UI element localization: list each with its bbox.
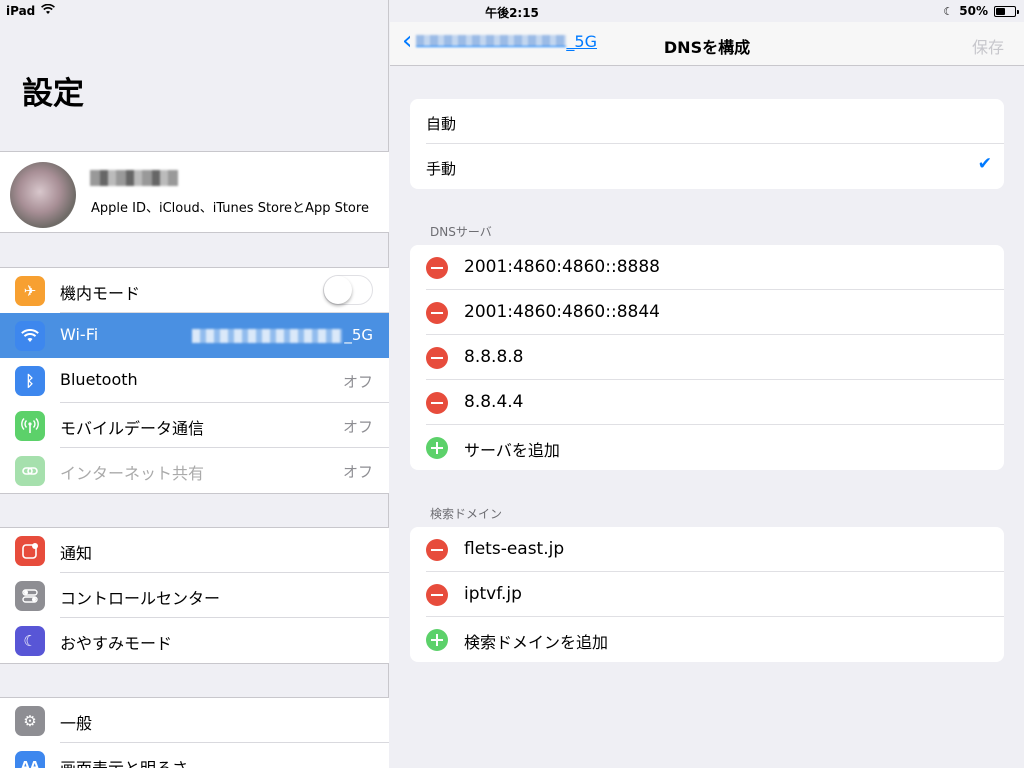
bluetooth-icon: ᛒ <box>15 366 45 396</box>
profile-name-blurred <box>90 170 178 186</box>
profile-subtitle: Apple ID、iCloud、iTunes StoreとApp Store <box>91 201 369 216</box>
textsize-icon: AA <box>15 751 45 768</box>
search-domain-row[interactable]: iptvf.jp <box>410 572 1004 617</box>
add-domain-label: 検索ドメインを追加 <box>464 633 609 652</box>
navigation-bar: ‹ _5G DNSを構成 保存 <box>390 22 1024 66</box>
delete-icon[interactable] <box>426 539 448 561</box>
dns-server-value: 8.8.4.4 <box>464 392 524 412</box>
battery-level-fill <box>996 7 1005 15</box>
sidebar-item-label: 通知 <box>60 544 93 563</box>
sidebar-item-do-not-disturb[interactable]: ☾ おやすみモード <box>0 618 389 663</box>
hotspot-status: オフ <box>342 463 373 481</box>
search-domain-section-header: 検索ドメイン <box>430 507 503 521</box>
sidebar-item-label: モバイルデータ通信 <box>60 419 205 438</box>
search-domain-row[interactable]: flets-east.jp <box>410 527 1004 572</box>
sidebar-item-airplane[interactable]: ✈ 機内モード <box>0 268 389 313</box>
bluetooth-status: オフ <box>342 373 373 391</box>
wifi-icon <box>15 321 45 351</box>
link-icon <box>15 456 45 486</box>
checkmark-icon: ✔ <box>977 154 992 174</box>
delete-icon[interactable] <box>426 392 448 414</box>
battery-percent: 50% <box>959 4 988 18</box>
sidebar-item-label: インターネット共有 <box>60 464 205 483</box>
sidebar-item-label: おやすみモード <box>60 634 173 653</box>
system-group: 通知 コントロールセンター ☾ おやすみモード <box>0 527 389 664</box>
add-icon[interactable] <box>426 629 448 651</box>
search-domain-value: iptvf.jp <box>464 584 522 604</box>
dns-server-row[interactable]: 2001:4860:4860::8888 <box>410 245 1004 290</box>
delete-icon[interactable] <box>426 584 448 606</box>
delete-icon[interactable] <box>426 302 448 324</box>
dns-server-value: 2001:4860:4860::8888 <box>464 257 660 277</box>
sidebar-item-label: 画面表示と明るさ <box>60 755 188 768</box>
dns-server-row[interactable]: 8.8.4.4 <box>410 380 1004 425</box>
add-server-row[interactable]: サーバを追加 <box>410 425 1004 470</box>
status-time: 午後2:15 <box>485 6 539 20</box>
sidebar-item-bluetooth[interactable]: ᛒ Bluetooth オフ <box>0 358 389 403</box>
sidebar-item-wifi[interactable]: Wi-Fi _5G <box>0 313 389 358</box>
sidebar-item-cellular[interactable]: モバイルデータ通信 オフ <box>0 403 389 448</box>
delete-icon[interactable] <box>426 257 448 279</box>
sidebar-item-label: 機内モード <box>60 284 141 303</box>
avatar <box>10 162 76 228</box>
dns-server-row[interactable]: 8.8.8.8 <box>410 335 1004 380</box>
dns-config-pane: ‹ _5G DNSを構成 保存 自動 手動 ✔ DNSサーバ 2001:4860… <box>390 0 1024 768</box>
cellular-status: オフ <box>342 418 373 436</box>
sidebar-item-label: Wi-Fi <box>60 325 99 344</box>
apple-id-profile[interactable]: Apple ID、iCloud、iTunes StoreとApp Store <box>0 151 389 233</box>
connectivity-group: ✈ 機内モード Wi-Fi _5G ᛒ Bluetooth オフ モバイルデータ… <box>0 267 389 494</box>
switches-icon <box>15 581 45 611</box>
sidebar-item-display[interactable]: AA 画面表示と明るさ <box>0 743 389 768</box>
dns-servers-card: 2001:4860:4860::8888 2001:4860:4860::884… <box>410 245 1004 470</box>
delete-icon[interactable] <box>426 347 448 369</box>
sidebar-item-hotspot[interactable]: インターネット共有 オフ <box>0 448 389 493</box>
add-icon[interactable] <box>426 437 448 459</box>
airplane-icon: ✈ <box>15 276 45 306</box>
status-bar: 午後2:15 iPad ☾ 50% <box>0 0 1024 22</box>
battery-icon <box>994 5 1019 17</box>
sidebar-item-general[interactable]: ⚙ 一般 <box>0 698 389 743</box>
airplane-toggle[interactable] <box>323 275 373 305</box>
search-domains-card: flets-east.jp iptvf.jp 検索ドメインを追加 <box>410 527 1004 662</box>
mode-manual-label: 手動 <box>426 160 457 178</box>
moon-icon: ☾ <box>15 626 45 656</box>
antenna-icon <box>15 411 45 441</box>
sidebar-item-label: Bluetooth <box>60 370 138 389</box>
add-server-label: サーバを追加 <box>464 441 560 460</box>
dns-mode-card: 自動 手動 ✔ <box>410 99 1004 189</box>
mode-manual[interactable]: 手動 ✔ <box>410 144 1004 189</box>
add-domain-row[interactable]: 検索ドメインを追加 <box>410 617 1004 662</box>
sidebar-item-control-center[interactable]: コントロールセンター <box>0 573 389 618</box>
search-domain-value: flets-east.jp <box>464 539 565 559</box>
sidebar-item-label: コントロールセンター <box>60 589 221 608</box>
dns-server-value: 2001:4860:4860::8844 <box>464 302 660 322</box>
dns-server-row[interactable]: 2001:4860:4860::8844 <box>410 290 1004 335</box>
mode-auto[interactable]: 自動 <box>410 99 1004 144</box>
sidebar-item-notifications[interactable]: 通知 <box>0 528 389 573</box>
general-group: ⚙ 一般 AA 画面表示と明るさ <box>0 697 389 768</box>
notification-icon <box>15 536 45 566</box>
moon-status-icon: ☾ <box>943 4 954 18</box>
page-title: 設定 <box>22 76 84 112</box>
device-name: iPad <box>6 4 36 18</box>
dns-server-value: 8.8.8.8 <box>464 347 524 367</box>
dns-section-header: DNSサーバ <box>430 225 492 239</box>
save-button[interactable]: 保存 <box>972 34 1004 58</box>
wifi-signal-icon <box>41 3 56 18</box>
gear-icon: ⚙ <box>15 706 45 736</box>
sidebar-item-label: 一般 <box>60 714 93 733</box>
mode-auto-label: 自動 <box>426 115 457 133</box>
settings-sidebar: 設定 Apple ID、iCloud、iTunes StoreとApp Stor… <box>0 0 389 768</box>
wifi-network-name: _5G <box>192 326 373 344</box>
nav-title: DNSを構成 <box>663 38 751 57</box>
